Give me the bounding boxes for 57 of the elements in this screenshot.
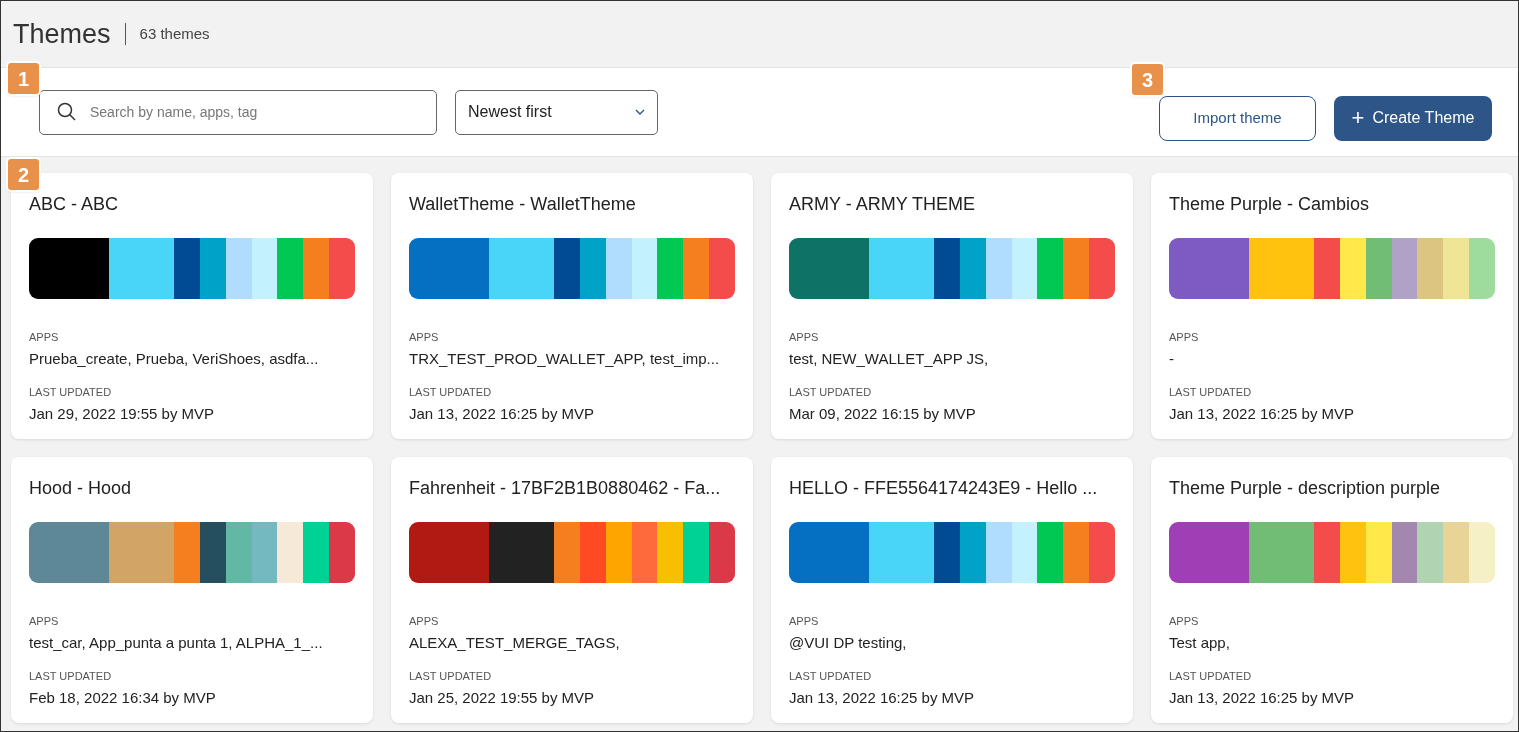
create-button[interactable]: + Create Theme [1334, 95, 1492, 141]
page-title: Themes [13, 17, 111, 51]
updated-value: Jan 13, 2022 16:25 by MVP [1169, 687, 1356, 708]
theme-card[interactable]: Theme Purple - Cambios APPS - LAST UPDATED Jan 13, 2022 16:25 by MVP [1151, 173, 1513, 439]
callout-badge: 2 [8, 159, 39, 190]
updated-value: Feb 18, 2022 16:34 by MVP [29, 687, 217, 708]
updated-value: Jan 13, 2022 16:25 by MVP [1169, 403, 1356, 424]
theme-card[interactable]: Fahrenheit - 17BF2B1B0880462 - Fa... APPS ALEXA_TEST_MERGE_TAGS, LAST UPDATED Jan 25, 2022 19:55 by MVP [391, 457, 753, 723]
apps-label: APPS [409, 330, 440, 345]
card-title: Fahrenheit - 17BF2B1B0880462 - Fa... [409, 477, 722, 500]
apps-label: APPS [789, 330, 820, 345]
card-title: Hood - Hood [29, 477, 133, 500]
updated-label: LAST UPDATED [1169, 669, 1253, 684]
import-button[interactable]: Import theme [1159, 95, 1316, 141]
apps-value: test, NEW_WALLET_APP JS, [789, 348, 990, 369]
apps-label: APPS [789, 614, 820, 629]
callout-badge: 1 [8, 63, 39, 94]
updated-label: LAST UPDATED [1169, 385, 1253, 400]
card-title: Theme Purple - description purple [1169, 477, 1442, 500]
search-field[interactable]: Search by name, apps, tag [39, 89, 437, 135]
card-title: Theme Purple - Cambios [1169, 193, 1371, 216]
card-title: WalletTheme - WalletTheme [409, 193, 637, 216]
updated-value: Jan 29, 2022 19:55 by MVP [29, 403, 216, 424]
updated-label: LAST UPDATED [409, 669, 493, 684]
updated-label: LAST UPDATED [789, 669, 873, 684]
callout-badge: 3 [1132, 64, 1163, 95]
apps-value: Prueba_create, Prueba, VeriShoes, asdfa... [29, 348, 320, 369]
theme-card[interactable]: Hood - Hood APPS test_car, App_punta a punta 1, ALPHA_1_... LAST UPDATED Feb 18, 2022 16:34 by MVP [11, 457, 373, 723]
apps-label: APPS [29, 614, 60, 629]
updated-value: Jan 25, 2022 19:55 by MVP [409, 687, 596, 708]
card-title: ARMY - ARMY THEME [789, 193, 977, 216]
apps-label: APPS [409, 614, 440, 629]
apps-value: ALEXA_TEST_MERGE_TAGS, [409, 632, 621, 653]
apps-label: APPS [29, 330, 60, 345]
theme-card[interactable]: WalletTheme - WalletTheme APPS TRX_TEST_PROD_WALLET_APP, test_imp... LAST UPDATED Jan 13, 2022 16:25 by MVP [391, 173, 753, 439]
apps-value: test_car, App_punta a punta 1, ALPHA_1_... [29, 632, 324, 653]
apps-value: @VUI DP testing, [789, 632, 908, 653]
updated-label: LAST UPDATED [29, 669, 113, 684]
apps-label: APPS [1169, 330, 1200, 345]
updated-label: LAST UPDATED [409, 385, 493, 400]
updated-value: Jan 13, 2022 16:25 by MVP [409, 403, 596, 424]
apps-label: APPS [1169, 614, 1200, 629]
apps-value: Test app, [1169, 632, 1231, 653]
updated-value: Mar 09, 2022 16:15 by MVP [789, 403, 977, 424]
theme-count: 63 themes [139, 23, 210, 44]
updated-label: LAST UPDATED [29, 385, 113, 400]
apps-value: TRX_TEST_PROD_WALLET_APP, test_imp... [409, 348, 721, 369]
theme-card[interactable]: ARMY - ARMY THEME APPS test, NEW_WALLET_APP JS, LAST UPDATED Mar 09, 2022 16:15 by MVP [771, 173, 1133, 439]
theme-card[interactable]: Theme Purple - description purple APPS Test app, LAST UPDATED Jan 13, 2022 16:25 by MVP [1151, 457, 1513, 723]
card-title: ABC - ABC [29, 193, 120, 216]
updated-value: Jan 13, 2022 16:25 by MVP [789, 687, 976, 708]
updated-label: LAST UPDATED [789, 385, 873, 400]
card-title: HELLO - FFE5564174243E9 - Hello ... [789, 477, 1099, 500]
sort-dropdown[interactable]: Newest first [455, 89, 658, 135]
chevron-down-icon [635, 109, 645, 115]
apps-value: - [1169, 348, 1175, 369]
theme-card[interactable]: HELLO - FFE5564174243E9 - Hello ... APPS @VUI DP testing, LAST UPDATED Jan 13, 2022 16:25 by MVP [771, 457, 1133, 723]
